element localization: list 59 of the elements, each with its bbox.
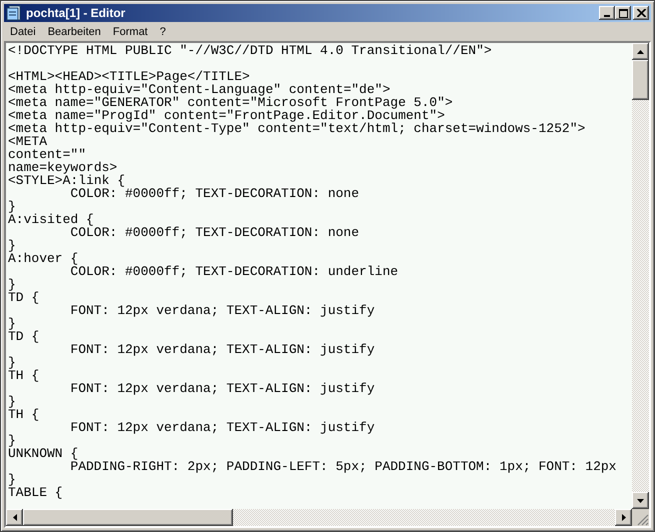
code-line: } [8,356,16,369]
code-line: name=keywords> [8,161,118,174]
code-line: } [8,434,16,447]
minimize-button[interactable] [599,6,615,20]
code-line: <meta name="ProgId" content="FrontPage.Editor.Document"> [8,109,445,122]
code-line: <meta http-equiv="Content-Type" content="text/html; charset=windows-1252"> [8,122,586,135]
scroll-down-button[interactable] [632,492,649,509]
left-arrow-icon [12,514,16,521]
window-title: pochta[1] - Editor [26,6,126,20]
code-line: TABLE { [8,486,63,499]
scroll-right-button[interactable] [615,509,632,526]
code-line: TH { [8,408,40,421]
menu-item[interactable]: Datei [4,26,42,38]
maximize-button[interactable] [615,6,631,20]
code-line: A:hover { [8,252,78,265]
code-line: <meta name="GENERATOR" content="Microsoft FrontPage 5.0"> [8,96,453,109]
code-line: COLOR: #0000ff; TEXT-DECORATION: underline [70,265,398,278]
code-line: TH { [8,369,40,382]
code-line: A:visited { [8,213,94,226]
code-line: } [8,239,16,252]
code-line: FONT: 12px verdana; TEXT-ALIGN: justify [70,382,375,395]
code-line: TD { [8,291,40,304]
code-line: } [8,278,16,291]
code-line: TD { [8,330,40,343]
scroll-thumb[interactable] [23,509,233,526]
code-line: } [8,317,16,330]
text-area[interactable] [6,43,632,509]
menu-item[interactable]: ? [154,26,172,38]
code-line: content="" [8,148,86,161]
up-arrow-icon [637,50,644,54]
horizontal-scrollbar[interactable] [6,509,632,526]
down-arrow-icon [637,498,644,502]
code-line: <STYLE>A:link { [8,174,126,187]
minimize-icon [604,15,610,17]
code-line: <meta http-equiv="Content-Language" content="de"> [8,83,390,96]
code-line: <!DOCTYPE HTML PUBLIC "-//W3C//DTD HTML 4.0 Transitional//EN"> [8,44,492,57]
vertical-scrollbar[interactable] [632,43,649,509]
code-line: PADDING-RIGHT: 2px; PADDING-LEFT: 5px; PADDING-BOTTOM: 1px; FONT: 12px [70,460,616,473]
code-line: COLOR: #0000ff; TEXT-DECORATION: none [70,187,360,200]
code-line: <HTML><HEAD><TITLE>Page</TITLE> [8,68,250,83]
scroll-up-button[interactable] [632,43,649,60]
maximize-icon [618,8,628,18]
code-line: FONT: 12px verdana; TEXT-ALIGN: justify [70,343,375,356]
code-line: } [8,473,16,486]
code-line: <META [8,135,48,148]
scroll-left-button[interactable] [6,509,23,526]
code-line: COLOR: #0000ff; TEXT-DECORATION: none [70,226,360,239]
menu-item[interactable]: Format [106,26,154,38]
code-line: FONT: 12px verdana; TEXT-ALIGN: justify [70,304,375,317]
close-button[interactable] [633,6,649,20]
code-line: UNKNOWN { [8,447,78,460]
close-icon [636,9,646,17]
right-arrow-icon [622,514,626,521]
code-line: } [8,200,16,213]
code-line: } [8,395,16,408]
notepad-icon [6,5,22,21]
scroll-thumb[interactable] [632,60,649,100]
code-line: FONT: 12px verdana; TEXT-ALIGN: justify [70,421,375,434]
menu-item[interactable]: Bearbeiten [42,26,107,38]
